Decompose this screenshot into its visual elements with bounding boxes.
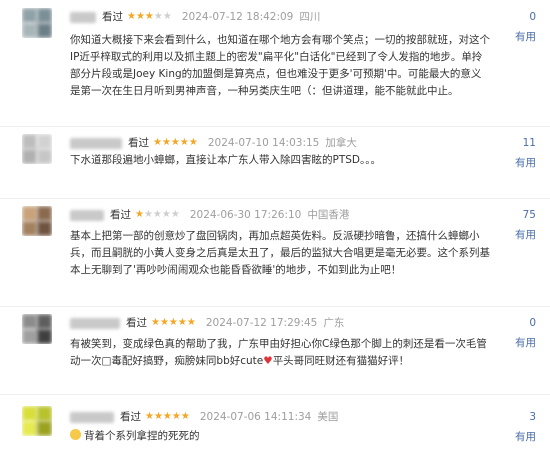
avatar[interactable] (22, 314, 52, 344)
comment-meta: 看过 ★★★★★ 2024-07-10 14:03:15 加拿大 (70, 134, 357, 152)
comment-location: 中国香港 (307, 209, 350, 221)
star-icon: ★ (135, 209, 144, 220)
heart-icon: ♥ (263, 355, 273, 367)
username-redacted[interactable] (70, 317, 120, 329)
comment-time: 2024-07-10 14:03:15 (207, 137, 320, 149)
watched-label: 看过 (126, 317, 147, 329)
useful-button[interactable]: 有用 (515, 226, 536, 244)
comment-location: 广东 (323, 317, 345, 329)
avatar[interactable] (22, 134, 52, 164)
star-icon: ★★★★★ (151, 317, 196, 328)
star-empty-icon: ★★★★ (143, 209, 180, 220)
comment-location: 加拿大 (325, 137, 357, 149)
rating-stars: ★★★★★ (127, 8, 172, 26)
vote-block: 75 有用 (476, 206, 536, 241)
star-empty-icon: ★★ (153, 11, 172, 22)
useful-button[interactable]: 有用 (515, 28, 536, 46)
useful-button[interactable]: 有用 (515, 154, 536, 172)
star-icon: ★★★★★ (153, 137, 198, 148)
vote-count: 0 (529, 317, 536, 329)
rating-stars: ★★★★★ (145, 408, 190, 426)
rating-stars: ★★★★★ (135, 206, 180, 224)
comment-time: 2024-07-12 18:42:09 (181, 11, 294, 23)
username-redacted[interactable] (70, 137, 122, 149)
comment-text: 你知道大概接下来会看到什么，也知道在哪个地方会有哪个笑点；一切的按部就班，对这个… (70, 34, 490, 97)
comment-meta: 看过 ★★★★★ 2024-07-06 14:11:34 美国 (70, 408, 338, 426)
comment-text-part: 背着个系列拿捏的死死的 (84, 430, 200, 442)
comment-item: 看过 ★★★★★ 2024-07-10 14:03:15 加拿大 11 有用 下… (0, 126, 550, 199)
comment-meta: 看过 ★★★★★ 2024-07-12 18:42:09 四川 (70, 8, 320, 26)
vote-count: 0 (529, 11, 536, 23)
comment-time: 2024-07-12 17:29:45 (205, 317, 318, 329)
comment-text: 背着个系列拿捏的死死的 (70, 428, 490, 445)
vote-block: 0 有用 (476, 8, 536, 43)
watched-label: 看过 (102, 11, 123, 23)
avatar[interactable] (22, 206, 52, 236)
vote-count: 3 (529, 411, 536, 423)
watched-label: 看过 (128, 137, 149, 149)
useful-button[interactable]: 有用 (515, 334, 536, 352)
username-redacted[interactable] (70, 411, 114, 423)
comment-text: 下水道那段遍地小蟑螂，直接让本广东人带入除四害眩的PTSD。。。 (70, 154, 381, 166)
rating-stars: ★★★★★ (153, 134, 198, 152)
comment-item: 看过 ★★★★★ 2024-07-12 17:29:45 广东 0 有用 有被笑… (0, 306, 550, 395)
avatar[interactable] (22, 406, 52, 436)
username-redacted[interactable] (70, 11, 96, 23)
vote-count: 75 (522, 209, 536, 221)
comment-item: 看过 ★★★★★ 2024-07-06 14:11:34 美国 3 有用 背着个… (0, 394, 550, 463)
comment-item: 看过 ★★★★★ 2024-06-30 17:26:10 中国香港 75 有用 … (0, 198, 550, 307)
username-redacted[interactable] (70, 209, 104, 221)
comment-time: 2024-07-06 14:11:34 (199, 411, 312, 423)
smile-emoji-icon (70, 429, 81, 440)
comment-location: 四川 (299, 11, 321, 23)
useful-button[interactable]: 有用 (515, 428, 536, 446)
rating-stars: ★★★★★ (151, 314, 196, 332)
avatar[interactable] (22, 8, 52, 38)
vote-block: 11 有用 (476, 134, 536, 169)
comment-location: 美国 (317, 411, 339, 423)
comment-meta: 看过 ★★★★★ 2024-07-12 17:29:45 广东 (70, 314, 344, 332)
comment-text-part: 平头哥同旺财还有猫猫好评！ (272, 355, 410, 367)
star-icon: ★★★★★ (145, 411, 190, 422)
star-icon: ★★★ (127, 11, 154, 22)
comment-text: 有被笑到，变成绿色真的帮助了我，广东甲由好担心你C绿色那个脚上的刺还是看一次毛管… (70, 336, 490, 370)
vote-block: 3 有用 (476, 408, 536, 443)
comment-time: 2024-06-30 17:26:10 (189, 209, 302, 221)
watched-label: 看过 (110, 209, 131, 221)
vote-count: 11 (522, 137, 536, 149)
comment-meta: 看过 ★★★★★ 2024-06-30 17:26:10 中国香港 (70, 206, 349, 224)
comment-text: 基本上把第一部的创意炒了盘回锅肉，再加点超英佐料。反派硬抄暗鲁，还搞什么蟑螂小兵… (70, 230, 490, 276)
comment-item: 看过 ★★★★★ 2024-07-12 18:42:09 四川 0 有用 你知道… (0, 0, 550, 127)
watched-label: 看过 (120, 411, 141, 423)
vote-block: 0 有用 (476, 314, 536, 349)
